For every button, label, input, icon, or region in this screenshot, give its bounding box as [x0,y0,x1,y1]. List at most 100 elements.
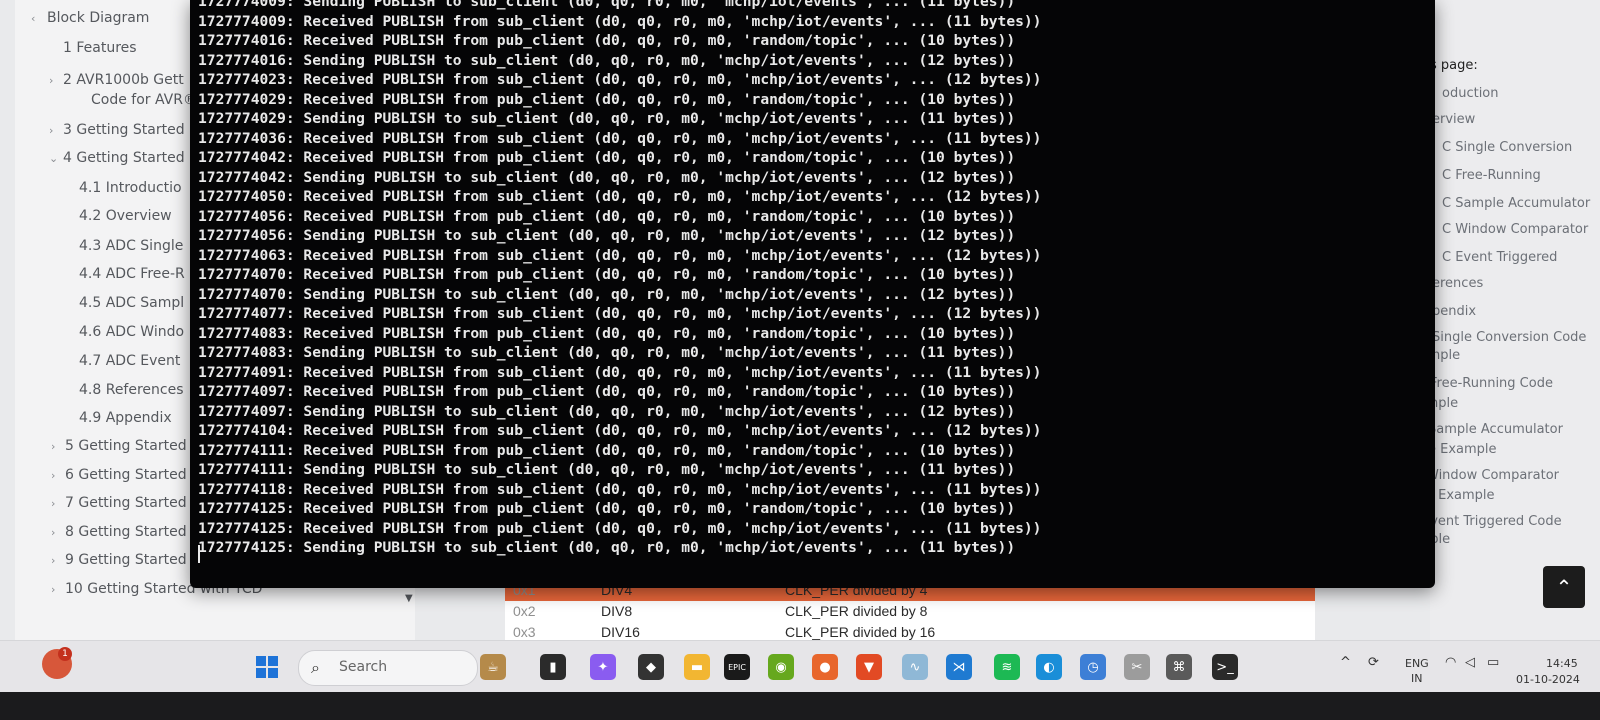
toc-expand-chevron-icon[interactable]: › [51,583,55,596]
terminal-line: 1727774111: Received PUBLISH from pub_cl… [198,441,1016,459]
terminal-line: 1727774029: Sending PUBLISH to sub_clien… [198,110,1016,127]
back-to-top-button[interactable]: ⌃ [1543,566,1585,608]
on-this-page-link[interactable]: erences [1432,276,1483,291]
toc-item[interactable]: 4.2 Overview [79,208,172,224]
wifi-icon[interactable]: ◠ [1445,655,1456,670]
on-this-page-link[interactable]: Window Comparator [1426,468,1559,483]
table-cell-value: 0x2 [513,603,536,619]
terminal-line: 1727774050: Received PUBLISH from sub_cl… [198,188,1042,205]
language-indicator[interactable]: ENG [1405,657,1429,670]
table-row: 0x2 DIV8 CLK_PER divided by 8 [505,601,1315,622]
terminal-line: 1727774097: Received PUBLISH from pub_cl… [198,383,1016,400]
start-icon[interactable] [254,654,280,680]
on-this-page-link[interactable]: Free-Running Code [1430,376,1553,391]
terminal-line: 1727774016: Sending PUBLISH to sub_clien… [198,51,1016,69]
toc-expand-chevron-icon[interactable]: › [49,74,53,87]
terminal-line: 1727774029: Received PUBLISH from pub_cl… [198,90,1016,108]
taskbar-search-input[interactable]: ⌕ Search [298,650,478,686]
clock-date[interactable]: 01-10-2024 [1516,673,1580,686]
search-icon: ⌕ [311,658,320,677]
terminal-output: 1727774009: Sending PUBLISH to sub_clien… [198,0,1041,558]
on-this-page-link[interactable]: e Example [1428,442,1497,457]
notification-icon[interactable]: 1 [42,647,72,679]
on-this-page-link[interactable]: erview [1432,112,1475,127]
on-this-page-link[interactable]: C Free-Running [1442,168,1541,183]
terminal-line: 1727774083: Sending PUBLISH to sub_clien… [198,344,1016,361]
toc-item[interactable]: 4.6 ADC Windo [79,324,184,340]
terminal-line: 1727774077: Received PUBLISH from sub_cl… [198,305,1042,322]
toc-item[interactable]: 7 Getting Started [65,495,187,511]
toc-item[interactable]: 3 Getting Started [63,122,185,138]
game-app-icon[interactable]: ⌘ [1166,654,1192,680]
copilot-icon[interactable]: ✦ [590,654,616,680]
monitor-icon[interactable]: ∿ [902,654,928,680]
snipping-tool-icon[interactable]: ✂ [1124,654,1150,680]
epic-games-icon[interactable]: EPIC [724,654,750,680]
toc-expand-chevron-icon[interactable]: › [51,497,55,510]
terminal-line: 1727774097: Sending PUBLISH to sub_clien… [198,402,1016,420]
table-cell-value: 0x3 [513,624,536,640]
terminal-line: 1727774009: Received PUBLISH from sub_cl… [198,12,1042,30]
toc-item[interactable]: Block Diagram [47,10,149,26]
task-view-icon[interactable]: ▮ [540,654,566,680]
on-this-page-title: s page: [1430,58,1478,73]
brave-icon[interactable]: ▼ [856,654,882,680]
on-this-page-link[interactable]: Sample Accumulator [1428,422,1563,437]
on-this-page-link[interactable]: oduction [1442,86,1499,101]
table-cell-desc: CLK_PER divided by 16 [785,624,936,640]
toc-expand-chevron-icon[interactable]: › [51,469,55,482]
on-this-page-link[interactable]: Event Triggered Code [1422,514,1562,529]
toc-item[interactable]: 5 Getting Started [65,438,187,454]
terminal-line: 1727774056: Received PUBLISH from pub_cl… [198,207,1016,225]
unity-icon[interactable]: ◆ [638,654,664,680]
toc-item[interactable]: 4.7 ADC Event [79,353,180,369]
clock-app-icon[interactable]: ◷ [1080,654,1106,680]
on-this-page-link[interactable]: Single Conversion Code [1432,330,1586,345]
table-cell-name: DIV16 [601,624,640,640]
terminal-line: 1727774111: Sending PUBLISH to sub_clien… [198,461,1016,478]
toc-scroll-caret[interactable]: ▼ [405,593,413,604]
toc-expand-chevron-icon[interactable]: › [49,124,53,137]
toc-expand-chevron-icon[interactable]: ‹ [31,12,35,25]
on-this-page-link[interactable]: nple [1432,348,1460,363]
toc-item[interactable]: 4.5 ADC Sampl [79,295,184,311]
edge-icon[interactable]: ◐ [1036,654,1062,680]
toc-item[interactable]: 6 Getting Started [65,467,187,483]
toc-item[interactable]: 4.1 Introductio [79,180,182,196]
on-this-page-link[interactable]: C Window Comparator [1442,222,1588,237]
toc-item[interactable]: 8 Getting Started [65,524,187,540]
terminal-window[interactable]: 1727774009: Sending PUBLISH to sub_clien… [190,0,1435,588]
volume-icon[interactable]: ◁ [1465,655,1475,670]
terminal-line: 1727774056: Sending PUBLISH to sub_clien… [198,227,1016,244]
toc-item[interactable]: 4.8 References [79,382,184,398]
toc-item[interactable]: 2 AVR1000b Gett [63,72,184,88]
toc-item[interactable]: 4 Getting Started [63,150,185,166]
firefox-icon[interactable]: ● [812,654,838,680]
on-this-page-link[interactable]: pendix [1432,304,1476,319]
spotify-icon[interactable]: ≋ [994,654,1020,680]
toc-expand-chevron-icon[interactable]: ⌄ [49,152,58,165]
register-table: 0x1 DIV4 CLK_PER divided by 4 0x2 DIV8 CLK_PE… [505,580,1315,642]
toc-item[interactable]: 1 Features [63,40,137,56]
vscode-icon[interactable]: ⋊ [946,654,972,680]
toc-expand-chevron-icon[interactable]: › [51,440,55,453]
tray-chevron-icon[interactable]: ^ [1340,655,1351,670]
on-this-page-link[interactable]: C Sample Accumulator [1442,196,1590,211]
widgets-icon[interactable]: ☕ [480,654,506,680]
on-this-page-link[interactable]: e Example [1426,488,1495,503]
nvidia-icon[interactable]: ◉ [768,654,794,680]
toc-expand-chevron-icon[interactable]: › [51,526,55,539]
on-this-page-link[interactable]: C Single Conversion [1442,140,1572,155]
on-this-page-link[interactable]: C Event Triggered [1442,250,1557,265]
file-explorer-icon[interactable]: ▬ [684,654,710,680]
toc-item[interactable]: 4.3 ADC Single [79,238,183,254]
toc-item[interactable]: 4.9 Appendix [79,410,172,426]
toc-item[interactable]: 9 Getting Started [65,552,187,568]
tray-sync-icon[interactable]: ⟳ [1368,655,1379,670]
terminal-icon[interactable]: >_ [1212,654,1238,680]
toc-item[interactable]: 4.4 ADC Free-R [79,266,185,282]
toc-expand-chevron-icon[interactable]: › [51,554,55,567]
clock-time[interactable]: 14:45 [1546,657,1578,670]
terminal-line: 1727774104: Received PUBLISH from sub_cl… [198,422,1042,439]
battery-icon[interactable]: ▭ [1487,655,1499,670]
